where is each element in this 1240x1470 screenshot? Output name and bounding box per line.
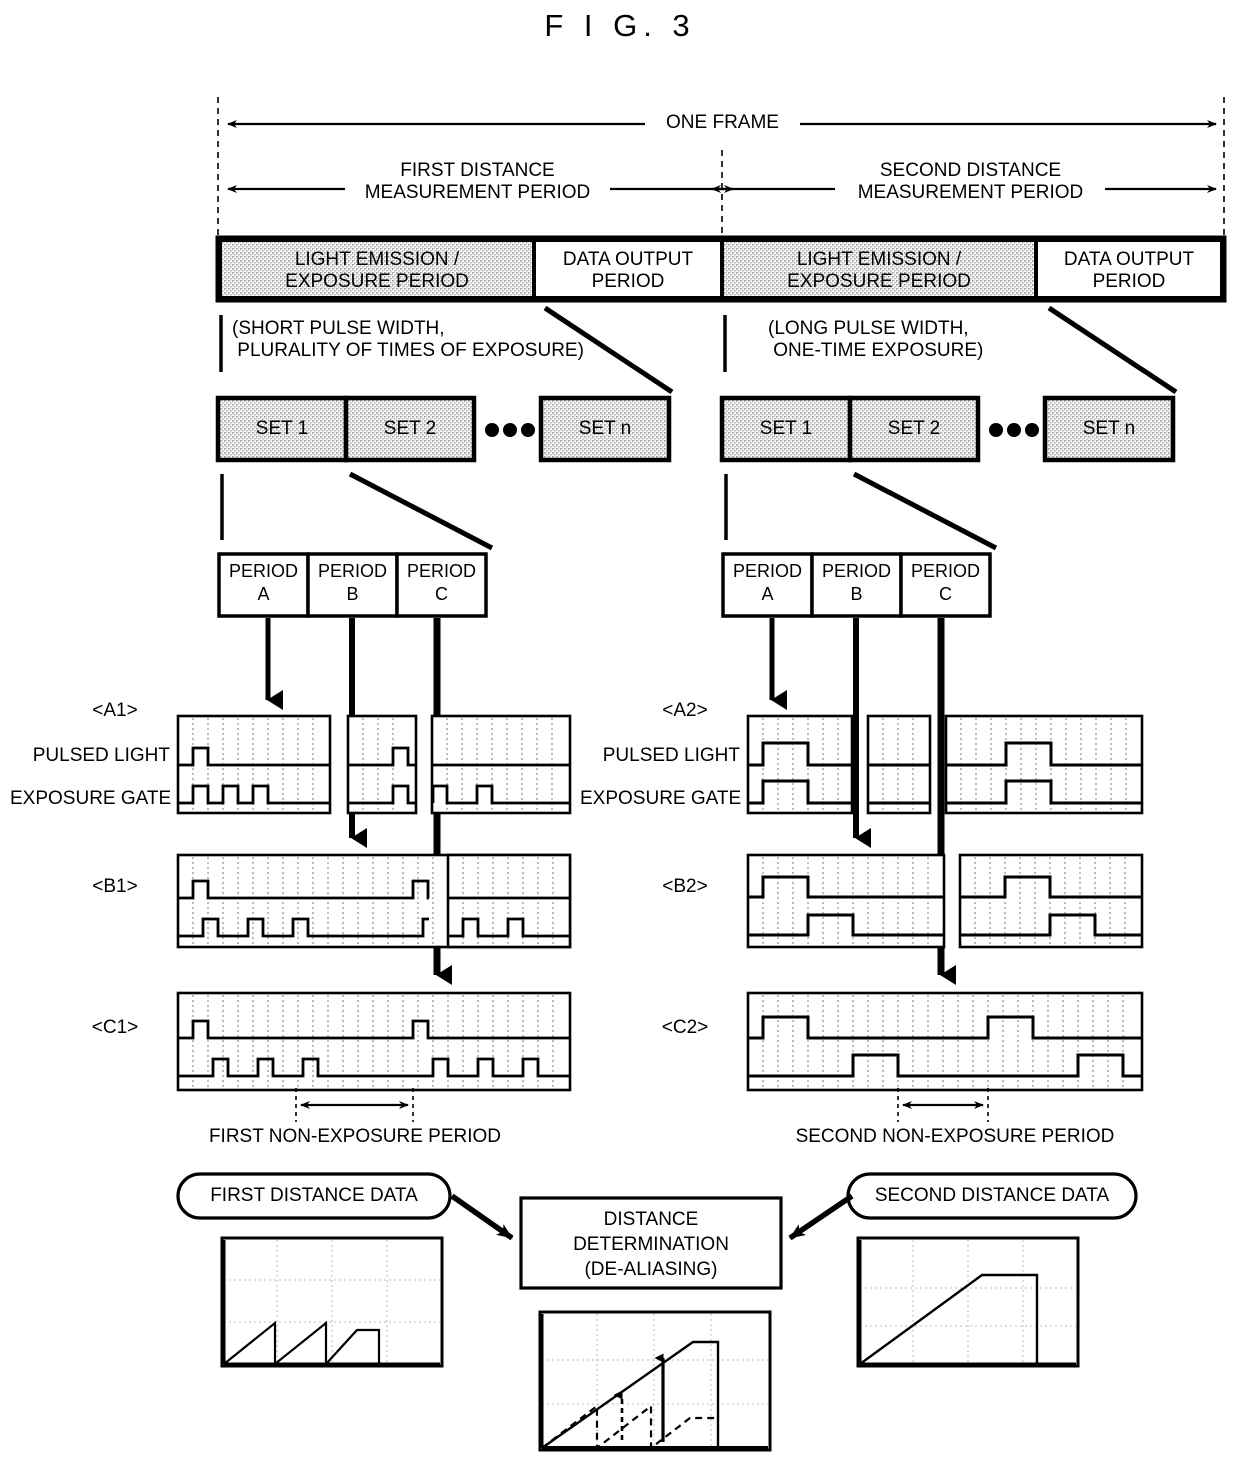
panel-label-b1: <B1> <box>92 876 138 897</box>
set-box-right-2[interactable]: SET 2 <box>850 418 978 440</box>
period-box-left-b-line2[interactable]: B <box>308 584 397 605</box>
period-box-left-b-line1[interactable]: PERIOD <box>308 561 397 582</box>
signal-label-pulsed-light-left: PULSED LIGHT <box>32 745 170 766</box>
first-distance-data-label[interactable]: FIRST DISTANCE DATA <box>178 1185 450 1207</box>
wf-a1-seg1 <box>176 714 332 815</box>
waveform-panel-a1 <box>176 714 572 815</box>
wf-b2-seg1 <box>746 853 946 949</box>
wf-a2-seg1 <box>746 714 854 815</box>
second-measurement-period-label: SECOND DISTANCE MEASUREMENT PERIOD <box>857 160 1084 203</box>
panel-label-b2: <B2> <box>662 876 708 897</box>
waveform-panel-c2 <box>746 991 1144 1092</box>
signal-label-pulsed-light-right: PULSED LIGHT <box>602 745 740 766</box>
set-box-left-2[interactable]: SET 2 <box>346 418 474 440</box>
first-distance-data-plot <box>220 1236 444 1368</box>
period-box-left-a-line2[interactable]: A <box>219 584 308 605</box>
waveform-panel-a2 <box>746 714 1144 815</box>
distance-determination-label[interactable]: DISTANCE DETERMINATION (DE-ALIASING) <box>521 1207 781 1282</box>
second-distance-data-label[interactable]: SECOND DISTANCE DATA <box>848 1185 1136 1207</box>
waveform-panel-b2 <box>746 853 1144 949</box>
second-distance-data-plot <box>856 1236 1080 1368</box>
period-box-right-b-line1[interactable]: PERIOD <box>812 561 901 582</box>
waveform-panel-c1 <box>176 991 572 1092</box>
period-box-left-c-line2[interactable]: C <box>397 584 486 605</box>
period-box-left-c-line1[interactable]: PERIOD <box>397 561 486 582</box>
period-box-right-a-line1[interactable]: PERIOD <box>723 561 812 582</box>
set-box-left-n[interactable]: SET n <box>541 418 669 440</box>
wf-a1-seg2 <box>346 714 418 815</box>
set-box-left-1[interactable]: SET 1 <box>218 418 346 440</box>
set-box-right-1[interactable]: SET 1 <box>722 418 850 440</box>
signal-label-exposure-gate-right: EXPOSURE GATE <box>580 788 742 809</box>
period-box-right-c-line2[interactable]: C <box>901 584 990 605</box>
wf-a2-seg3 <box>944 714 1144 815</box>
bar-cell-data-output-1[interactable]: DATA OUTPUT PERIOD <box>534 249 722 293</box>
bar-cell-light-emission-2[interactable]: LIGHT EMISSION / EXPOSURE PERIOD <box>722 249 1036 293</box>
signal-label-exposure-gate-left: EXPOSURE GATE <box>10 788 172 809</box>
first-non-exposure-label: FIRST NON-EXPOSURE PERIOD <box>208 1126 502 1147</box>
panel-label-c2: <C2> <box>661 1017 709 1038</box>
period-box-left-a-line1[interactable]: PERIOD <box>219 561 308 582</box>
wf-b1-seg2 <box>446 853 572 949</box>
wf-a2-seg2 <box>866 714 932 815</box>
leaders-to-periods <box>220 471 998 551</box>
period-box-right-a-line2[interactable]: A <box>723 584 812 605</box>
second-non-exposure-marker <box>897 1088 989 1122</box>
waveform-panel-b1 <box>176 853 572 949</box>
panel-label-c1: <C1> <box>91 1017 139 1038</box>
bar-cell-light-emission-1[interactable]: LIGHT EMISSION / EXPOSURE PERIOD <box>220 249 534 293</box>
wf-a1-seg3 <box>430 714 572 815</box>
second-non-exposure-label: SECOND NON-EXPOSURE PERIOD <box>795 1126 1115 1147</box>
one-frame-label: ONE FRAME <box>666 112 779 133</box>
arrow-second-to-determination <box>788 1193 854 1241</box>
period-box-right-b-line2[interactable]: B <box>812 584 901 605</box>
first-non-exposure-marker <box>295 1088 414 1122</box>
bar-cell-data-output-2[interactable]: DATA OUTPUT PERIOD <box>1036 249 1222 293</box>
distance-determination-plot <box>538 1310 772 1452</box>
first-measurement-period-label: FIRST DISTANCE MEASUREMENT PERIOD <box>364 160 591 203</box>
panel-label-a1: <A1> <box>92 700 138 721</box>
arrow-first-to-determination <box>450 1193 514 1241</box>
left-pulse-note: (SHORT PULSE WIDTH, PLURALITY OF TIMES O… <box>232 318 584 361</box>
period-box-right-c-line1[interactable]: PERIOD <box>901 561 990 582</box>
panel-label-a2: <A2> <box>662 700 708 721</box>
set-box-right-n[interactable]: SET n <box>1045 418 1173 440</box>
right-pulse-note: (LONG PULSE WIDTH, ONE-TIME EXPOSURE) <box>768 318 984 361</box>
wf-b2-seg2 <box>958 853 1144 949</box>
